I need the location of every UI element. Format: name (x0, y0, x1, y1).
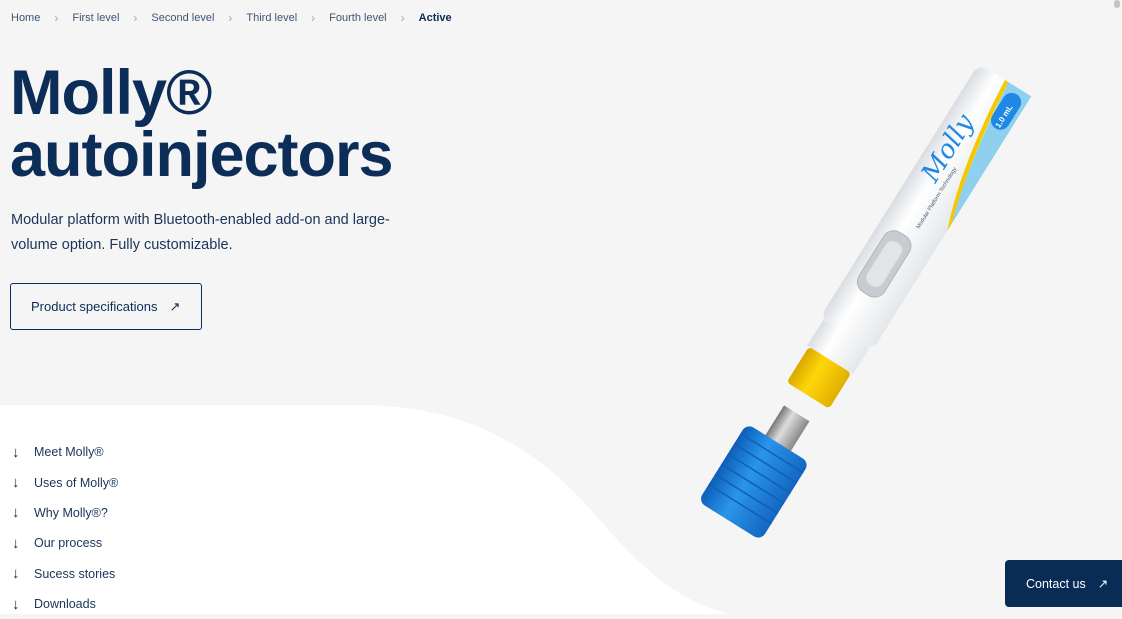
arrow-up-right-icon: ↗ (1097, 577, 1109, 591)
contact-us-button[interactable]: Contact us ↗ (1005, 560, 1122, 607)
scrollbar-thumb[interactable] (1114, 0, 1120, 8)
product-image-autoinjector: 1.0 mL Molly Modular Platform Technology (701, 67, 1032, 538)
contact-label: Contact us (1026, 576, 1086, 591)
